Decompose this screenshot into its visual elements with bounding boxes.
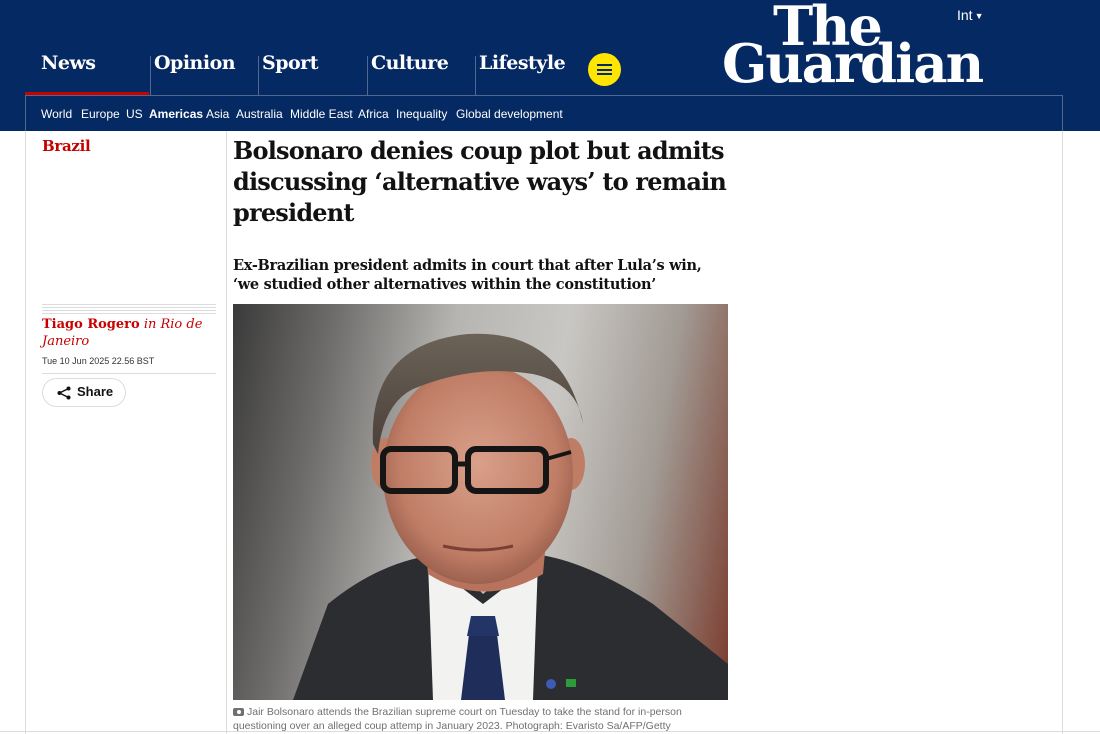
- subnav-world[interactable]: World: [41, 107, 72, 121]
- pillar-label: Sport: [262, 52, 318, 74]
- section-subnav: World Europe US Americas Asia Australia …: [25, 95, 1063, 131]
- share-button[interactable]: Share: [42, 378, 126, 407]
- pillar-label: Culture: [371, 52, 449, 74]
- logo-line-guardian: Guardian: [722, 33, 984, 95]
- author-link[interactable]: Tiago Rogero: [42, 317, 140, 332]
- subnav-middle-east[interactable]: Middle East: [290, 107, 353, 121]
- camera-icon: [233, 707, 244, 716]
- pillar-label: Opinion: [154, 52, 236, 74]
- publish-date: Tue 10 Jun 2025 22.56 BST: [42, 356, 155, 366]
- pillar-opinion[interactable]: Opinion: [150, 50, 258, 96]
- menu-button[interactable]: [588, 53, 621, 86]
- article-main-image[interactable]: [233, 304, 728, 700]
- pillar-sport[interactable]: Sport: [258, 50, 366, 96]
- subnav-americas[interactable]: Americas: [149, 107, 203, 121]
- column-divider: [226, 131, 227, 734]
- page-border-right: [1062, 131, 1063, 734]
- pillar-news[interactable]: News: [25, 50, 149, 96]
- share-label: Share: [77, 384, 114, 399]
- subnav-us[interactable]: US: [126, 107, 143, 121]
- pillar-lifestyle[interactable]: Lifestyle: [475, 50, 583, 96]
- meta-divider-bottom: [42, 373, 216, 374]
- portrait-illustration: [293, 333, 728, 700]
- pillar-culture[interactable]: Culture: [367, 50, 475, 96]
- image-caption: Jair Bolsonaro attends the Brazilian sup…: [233, 705, 728, 733]
- section-tag-brazil[interactable]: Brazil: [42, 137, 91, 155]
- pillar-divider: [258, 56, 259, 96]
- guardian-logo[interactable]: The Guardian: [722, 0, 988, 94]
- article-standfirst: Ex-Brazilian president admits in court t…: [233, 257, 702, 293]
- byline: Tiago Rogero in Rio de Janeiro: [42, 316, 222, 350]
- byline-in: in: [139, 317, 161, 332]
- subnav-global-development[interactable]: Global development: [456, 107, 563, 121]
- article-headline: Bolsonaro denies coup plot but admits di…: [233, 136, 727, 227]
- pillar-divider: [475, 56, 476, 96]
- pillar-divider: [150, 56, 151, 96]
- pillar-divider: [367, 56, 368, 96]
- share-icon: [57, 386, 71, 400]
- subnav-inequality[interactable]: Inequality: [396, 107, 447, 121]
- subnav-australia[interactable]: Australia: [236, 107, 283, 121]
- page-border-left: [25, 131, 26, 734]
- subnav-africa[interactable]: Africa: [358, 107, 389, 121]
- masthead: Int ▼ The Guardian News Opinion Sport Cul…: [0, 0, 1100, 131]
- meta-divider: [42, 304, 216, 314]
- pillar-label: News: [41, 52, 96, 74]
- subnav-asia[interactable]: Asia: [206, 107, 229, 121]
- caption-text: Jair Bolsonaro attends the Brazilian sup…: [233, 706, 682, 732]
- pillar-label: Lifestyle: [479, 52, 566, 74]
- subnav-europe[interactable]: Europe: [81, 107, 120, 121]
